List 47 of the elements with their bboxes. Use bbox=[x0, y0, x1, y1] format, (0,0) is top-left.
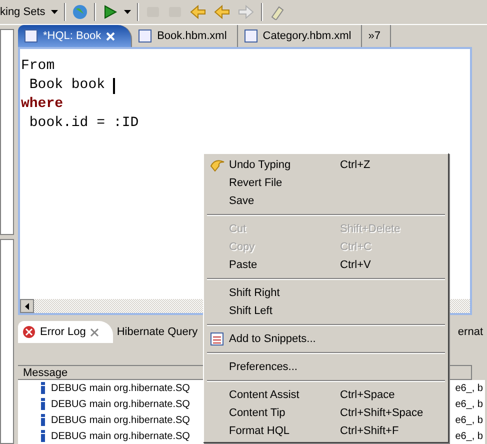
code-line: From bbox=[21, 57, 56, 76]
code-line: Book book bbox=[21, 76, 470, 95]
menu-item[interactable]: Format HQL Ctrl+Shift+F bbox=[204, 422, 448, 440]
menu-item[interactable]: Revert File bbox=[204, 174, 448, 192]
menu-item[interactable]: Preferences... bbox=[204, 358, 448, 376]
eraser-icon[interactable] bbox=[269, 4, 286, 20]
menu-item[interactable]: Shift Left bbox=[204, 302, 448, 320]
file-icon bbox=[244, 29, 258, 43]
scroll-left-button[interactable] bbox=[20, 299, 34, 313]
menu-item[interactable]: Shift Right bbox=[204, 284, 448, 302]
log-message: e6_, b bbox=[455, 414, 484, 426]
undo-icon bbox=[208, 158, 224, 172]
info-icon bbox=[40, 430, 46, 442]
file-icon bbox=[138, 29, 152, 43]
info-icon bbox=[40, 382, 46, 394]
log-message: e6_, b bbox=[455, 382, 484, 394]
back-arrow-icon[interactable] bbox=[189, 4, 208, 20]
forward-arrow-icon[interactable] bbox=[237, 4, 256, 20]
log-message: DEBUG main org.hibernate.SQ bbox=[51, 382, 190, 394]
editor-tab[interactable]: *HQL: Book bbox=[18, 25, 132, 47]
log-message: e6_, b bbox=[455, 398, 484, 410]
menu-item[interactable]: Save bbox=[204, 192, 448, 210]
info-icon bbox=[40, 414, 46, 426]
menu-item[interactable]: Content Assist Ctrl+Space bbox=[204, 386, 448, 404]
code-line: where bbox=[21, 95, 64, 114]
back-arrow-icon[interactable] bbox=[213, 4, 232, 20]
menu-item[interactable]: Undo Typing Ctrl+Z bbox=[204, 156, 448, 174]
menu-item[interactable]: Content Tip Ctrl+Shift+Space bbox=[204, 404, 448, 422]
working-sets-label[interactable]: king Sets bbox=[0, 6, 46, 18]
code-line: book.id = :ID bbox=[28, 114, 140, 133]
view-tab[interactable]: ernat bbox=[458, 326, 485, 338]
file-icon bbox=[24, 29, 38, 43]
info-icon bbox=[40, 398, 46, 410]
error-icon bbox=[22, 325, 36, 339]
dropdown-arrow-icon[interactable] bbox=[51, 10, 58, 14]
close-icon[interactable] bbox=[90, 328, 99, 336]
left-arrow-icon bbox=[25, 302, 29, 310]
log-message: DEBUG main org.hibernate.SQ bbox=[51, 430, 190, 442]
menu-item[interactable]: Paste Ctrl+V bbox=[204, 256, 448, 274]
globe-icon[interactable] bbox=[72, 4, 88, 20]
view-tab[interactable]: Error Log bbox=[18, 321, 113, 343]
log-message: DEBUG main org.hibernate.SQ bbox=[51, 398, 190, 410]
log-message: DEBUG main org.hibernate.SQ bbox=[51, 414, 190, 426]
log-message: e6_, b bbox=[455, 430, 484, 442]
list-icon bbox=[210, 332, 224, 346]
dropdown-arrow-icon[interactable] bbox=[124, 10, 132, 14]
run-icon[interactable] bbox=[102, 4, 118, 20]
